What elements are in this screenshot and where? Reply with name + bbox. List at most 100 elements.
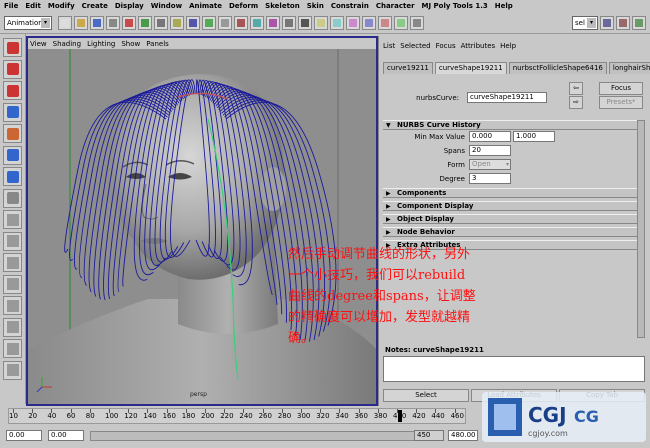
viewport-menu-panels[interactable]: Panels <box>146 40 169 48</box>
tab-nurbsctfollicleshape6416[interactable]: nurbsctFollicleShape6416 <box>508 62 607 74</box>
ae-menu-attributes[interactable]: Attributes <box>461 42 496 50</box>
playback-start-field[interactable]: 0.00 <box>48 430 84 441</box>
menu-help[interactable]: Help <box>495 2 513 10</box>
graph-editor-icon[interactable] <box>3 296 22 315</box>
section-nurbs-curve-history[interactable]: ▼ NURBS Curve History <box>383 120 641 130</box>
save-scene-icon[interactable] <box>90 15 104 30</box>
tab-curveshape19211[interactable]: curveShape19211 <box>434 62 507 74</box>
new-scene-icon[interactable] <box>58 15 72 30</box>
menu-animate[interactable]: Animate <box>189 2 222 10</box>
notes-textarea[interactable] <box>383 356 645 382</box>
select-tool-icon[interactable] <box>3 38 22 57</box>
single-view-icon[interactable] <box>3 210 22 229</box>
menu-window[interactable]: Window <box>151 2 182 10</box>
current-frame-field[interactable]: 450 <box>414 430 444 441</box>
dope-sheet-icon-glyph <box>6 321 19 333</box>
section-node-behavior[interactable]: ▶ Node Behavior <box>383 227 641 237</box>
menu-edit[interactable]: Edit <box>25 2 41 10</box>
last-tool-icon[interactable] <box>3 188 22 208</box>
node-name-field[interactable]: curveShape19211 <box>467 92 547 103</box>
history-icon[interactable] <box>218 15 232 30</box>
spans-field[interactable]: 20 <box>469 145 511 156</box>
ik-icon[interactable] <box>346 15 360 30</box>
snap-curve-icon[interactable] <box>170 15 184 30</box>
open-scene-icon[interactable] <box>74 15 88 30</box>
tab-longhairshape1[interactable]: longhairShape1 <box>608 62 650 74</box>
section-component-display[interactable]: ▶ Component Display <box>383 201 641 211</box>
tab-curve19211[interactable]: curve19211 <box>383 62 433 74</box>
viewport-menu-shading[interactable]: Shading <box>53 40 81 48</box>
menu-modify[interactable]: Modify <box>48 2 75 10</box>
layout-a-icon[interactable] <box>3 339 22 358</box>
select-object-icon[interactable] <box>122 15 136 30</box>
section-components[interactable]: ▶ Components <box>383 188 641 198</box>
render-icon[interactable] <box>600 15 614 30</box>
four-view-icon[interactable] <box>3 231 22 251</box>
menu-mj-poly-tools-1-3[interactable]: MJ Poly Tools 1.3 <box>422 2 488 10</box>
manipulator-icon[interactable] <box>3 167 22 186</box>
menu-deform[interactable]: Deform <box>229 2 258 10</box>
rotate-tool-icon[interactable] <box>3 124 22 143</box>
ae-menu-help[interactable]: Help <box>500 42 516 50</box>
degree-field[interactable]: 3 <box>469 173 511 184</box>
start-time-field[interactable]: 0.00 <box>6 430 42 441</box>
mode-selector[interactable]: Animation ▾ <box>4 15 52 30</box>
layout-b-icon[interactable] <box>3 360 22 380</box>
select-component-icon[interactable] <box>138 15 152 30</box>
viewport-menu-show[interactable]: Show <box>121 40 140 48</box>
load-connection-icon[interactable]: ⇦ <box>569 82 583 95</box>
input-icon[interactable] <box>250 15 264 30</box>
current-frame-marker[interactable] <box>398 410 402 422</box>
snap-grid-icon[interactable] <box>154 15 168 30</box>
select-button[interactable]: Select <box>383 389 469 402</box>
output-connection-icon[interactable]: ⇨ <box>569 96 583 109</box>
lasso-tool-icon[interactable] <box>3 59 22 79</box>
light-icon[interactable] <box>314 15 328 30</box>
sound-icon[interactable] <box>282 15 296 30</box>
viewport-menu-view[interactable]: View <box>30 40 47 48</box>
min-value-field[interactable]: 0.000 <box>469 131 511 142</box>
hypershade-icon[interactable] <box>3 274 22 294</box>
scale-tool-icon[interactable] <box>3 145 22 165</box>
viewport-menu-lighting[interactable]: Lighting <box>87 40 115 48</box>
tick-label: 440 <box>431 412 445 420</box>
deform-icon[interactable] <box>394 15 408 30</box>
ae-menu-list[interactable]: List <box>383 42 395 50</box>
ear <box>260 167 286 211</box>
form-select[interactable]: Open ▾ <box>469 159 511 170</box>
focus-button[interactable]: Focus <box>599 82 643 95</box>
persp-outliner-icon[interactable] <box>3 253 22 272</box>
snap-plane-icon[interactable] <box>202 15 216 30</box>
select-hierarchy-icon[interactable] <box>106 15 120 30</box>
construction-icon[interactable] <box>234 15 248 30</box>
move-tool-icon[interactable] <box>3 102 22 122</box>
max-value-field[interactable]: 1.000 <box>513 131 555 142</box>
menu-display[interactable]: Display <box>115 2 144 10</box>
ae-menu-selected[interactable]: Selected <box>400 42 430 50</box>
ipr-render-icon[interactable] <box>616 15 630 30</box>
camera-icon[interactable] <box>298 15 312 30</box>
section-object-display[interactable]: ▶ Object Display <box>383 214 641 224</box>
chevron-down-icon: ▾ <box>505 161 509 168</box>
menu-file[interactable]: File <box>4 2 18 10</box>
menu-skeleton[interactable]: Skeleton <box>265 2 300 10</box>
ae-menu-focus[interactable]: Focus <box>436 42 456 50</box>
end-time-field[interactable]: 480.00 <box>448 430 478 441</box>
presets-button[interactable]: Presets* <box>599 96 643 109</box>
surface-icon[interactable] <box>378 15 392 30</box>
render-globals-icon[interactable] <box>632 15 646 30</box>
selection-field[interactable]: sel ▾ <box>572 15 598 30</box>
perspective-viewport[interactable]: View Shading Lighting Show Panels persp <box>26 36 378 406</box>
dynamic-icon[interactable] <box>410 15 424 30</box>
paint-select-icon[interactable] <box>3 81 22 100</box>
menu-create[interactable]: Create <box>82 2 108 10</box>
snap-point-icon[interactable] <box>186 15 200 30</box>
menu-character[interactable]: Character <box>376 2 415 10</box>
joint-icon[interactable] <box>330 15 344 30</box>
menu-constrain[interactable]: Constrain <box>331 2 369 10</box>
range-slider[interactable] <box>90 431 430 441</box>
menu-skin[interactable]: Skin <box>307 2 324 10</box>
curve-icon[interactable] <box>362 15 376 30</box>
output-icon[interactable] <box>266 15 280 30</box>
dope-sheet-icon[interactable] <box>3 317 22 337</box>
